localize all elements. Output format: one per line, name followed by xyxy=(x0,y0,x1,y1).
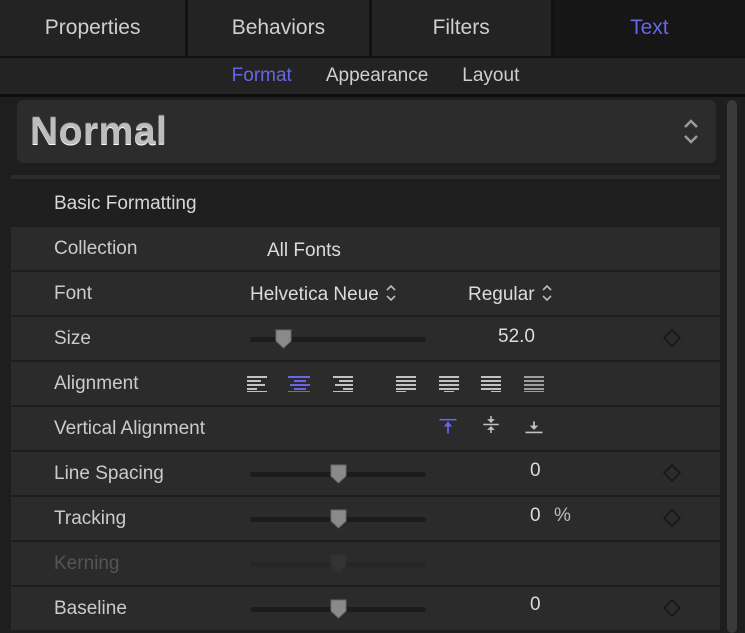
inspector-tab-bar: Properties Behaviors Filters Text xyxy=(0,0,745,58)
size-label: Size xyxy=(54,328,91,349)
align-right-icon[interactable] xyxy=(332,375,354,392)
line-spacing-value-field[interactable]: 0 xyxy=(530,460,541,482)
line-spacing-slider-thumb[interactable] xyxy=(330,464,347,484)
row-size: Size 52.0 xyxy=(11,317,720,360)
kerning-slider-thumb xyxy=(330,554,346,574)
align-top-icon[interactable] xyxy=(437,418,459,435)
baseline-label: Baseline xyxy=(54,598,127,619)
tab-filters[interactable]: Filters xyxy=(371,0,551,56)
row-kerning: Kerning xyxy=(11,542,720,585)
row-tracking: Tracking 0 % xyxy=(11,497,720,540)
size-value-field[interactable]: 52.0 xyxy=(498,326,535,348)
alignment-label: Alignment xyxy=(54,373,139,394)
row-font: Font Helvetica Neue Regular xyxy=(11,272,720,315)
keyframe-diamond-icon[interactable] xyxy=(663,599,681,617)
tracking-unit: % xyxy=(554,505,571,526)
justify-right-icon[interactable] xyxy=(480,375,502,392)
kerning-label: Kerning xyxy=(54,553,120,574)
align-center-icon[interactable] xyxy=(288,375,310,392)
keyframe-diamond-icon[interactable] xyxy=(663,509,681,527)
keyframe-diamond-icon[interactable] xyxy=(663,464,681,482)
subtab-appearance[interactable]: Appearance xyxy=(326,65,428,87)
tab-properties[interactable]: Properties xyxy=(0,0,186,56)
justify-center-icon[interactable] xyxy=(438,375,460,392)
tab-behaviors[interactable]: Behaviors xyxy=(188,0,369,56)
font-label: Font xyxy=(54,283,93,304)
tracking-value-field[interactable]: 0 xyxy=(530,505,541,527)
tracking-slider-thumb[interactable] xyxy=(330,509,347,529)
up-down-chevron-icon xyxy=(541,284,552,302)
section-header-basic-formatting[interactable]: Basic Formatting xyxy=(11,183,720,225)
align-left-icon[interactable] xyxy=(246,375,268,392)
font-family-value: Helvetica Neue xyxy=(250,284,379,305)
font-family-popup[interactable]: Helvetica Neue xyxy=(250,283,397,306)
keyframe-diamond-icon[interactable] xyxy=(663,329,681,347)
justify-left-icon[interactable] xyxy=(395,375,417,392)
section-title: Basic Formatting xyxy=(54,193,197,214)
baseline-slider-thumb[interactable] xyxy=(330,599,347,619)
align-bottom-icon[interactable] xyxy=(523,418,545,435)
up-down-chevron-icon xyxy=(684,119,698,144)
row-collection: Collection All Fonts xyxy=(11,227,720,270)
text-style-preset-popup[interactable]: Normal xyxy=(17,100,716,163)
collection-label: Collection xyxy=(54,238,138,259)
divider xyxy=(11,175,720,179)
row-alignment: Alignment xyxy=(11,362,720,405)
row-baseline: Baseline 0 xyxy=(11,587,720,630)
justify-full-icon[interactable] xyxy=(523,375,545,392)
align-middle-icon[interactable] xyxy=(480,416,502,433)
text-subtab-bar: Format Appearance Layout xyxy=(0,58,745,94)
vertical-scrollbar[interactable] xyxy=(727,100,737,633)
subtab-format[interactable]: Format xyxy=(232,65,292,87)
collection-popup[interactable]: All Fonts xyxy=(267,240,341,262)
baseline-value-field[interactable]: 0 xyxy=(530,594,541,616)
up-down-chevron-icon xyxy=(386,284,396,302)
tab-text[interactable]: Text xyxy=(553,0,745,56)
font-style-popup[interactable]: Regular xyxy=(468,283,553,306)
row-vertical-alignment: Vertical Alignment xyxy=(11,407,720,450)
divider xyxy=(0,94,745,97)
tracking-label: Tracking xyxy=(54,508,127,529)
font-style-value: Regular xyxy=(468,284,535,305)
line-spacing-label: Line Spacing xyxy=(54,463,164,484)
preset-value: Normal xyxy=(30,110,168,153)
vertical-alignment-label: Vertical Alignment xyxy=(54,418,206,439)
subtab-layout[interactable]: Layout xyxy=(462,65,519,87)
row-line-spacing: Line Spacing 0 xyxy=(11,452,720,495)
size-slider-thumb[interactable] xyxy=(275,329,292,349)
